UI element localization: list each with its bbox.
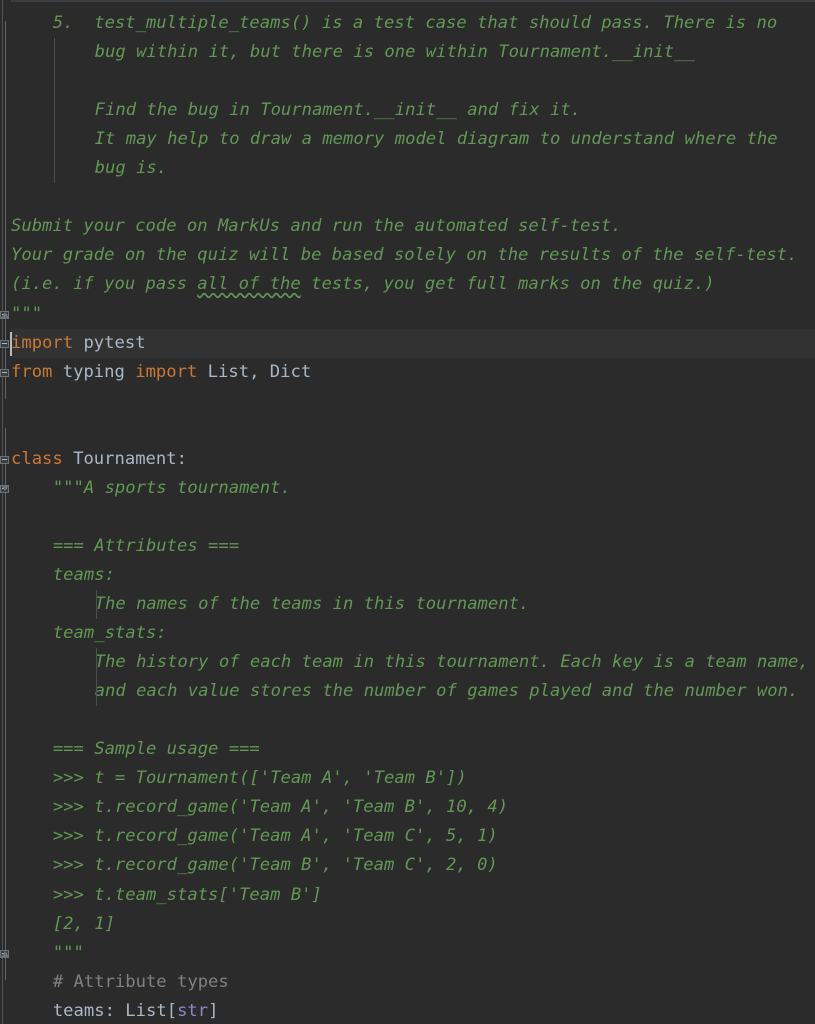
code-line[interactable]: Find the bug in Tournament.__init__ and … (95, 96, 581, 125)
fold-minus-icon (0, 339, 9, 348)
token-keyword: from (11, 361, 53, 382)
code-line[interactable]: Submit your code on MarkUs and run the a… (11, 212, 622, 241)
token-keyword: class (11, 448, 63, 469)
code-line[interactable]: >>> t.record_game('Team A', 'Team C', 5,… (53, 822, 498, 851)
token-docstring: """ (52, 942, 84, 963)
code-line[interactable]: The names of the teams in this tournamen… (95, 590, 530, 619)
token-docstring: bug is. (94, 158, 168, 179)
token-docstring: === Sample usage === (52, 739, 260, 760)
token-docstring: >>> t.record_game('Team A', 'Team C', 5,… (52, 826, 498, 847)
token-punctuation: [ (166, 1000, 178, 1021)
code-line[interactable]: bug is. (95, 154, 167, 183)
fold-endpoint-glyph (0, 311, 9, 319)
code-line[interactable]: """ (53, 939, 84, 968)
code-line[interactable]: >>> t.team_stats['Team B'] (53, 881, 322, 910)
token-identifier: List (207, 361, 250, 382)
indent-guide (95, 590, 97, 620)
code-line[interactable]: Your grade on the quiz will be based sol… (11, 241, 797, 270)
token-docstring: and each value stores the number of game… (94, 681, 799, 702)
code-line[interactable]: teams: List[str] (53, 997, 219, 1024)
token-identifier: pytest (83, 332, 146, 353)
token-docstring: """A sports tournament. (52, 477, 291, 498)
token-docstring: >>> t.record_game('Team A', 'Team B', 10… (52, 797, 509, 818)
token-builtin-type: str (177, 1000, 209, 1021)
code-text-area[interactable]: 5. test_multiple_teams() is a test case … (11, 0, 815, 1024)
token-docstring: === Attributes === (52, 535, 240, 556)
token-docstring: [2, 1] (52, 913, 115, 934)
code-editor[interactable]: 5. test_multiple_teams() is a test case … (0, 0, 815, 1024)
indent-guide (95, 648, 97, 707)
token-docstring: Your grade on the quiz will be based sol… (11, 245, 798, 266)
token-punctuation: , (249, 361, 260, 382)
fold-region-endpoint-icon[interactable] (0, 948, 11, 959)
code-line[interactable]: """ (11, 300, 42, 329)
code-line[interactable]: >>> t.record_game('Team A', 'Team B', 10… (53, 793, 508, 822)
token-docstring: Find the bug in Tournament.__init__ and … (94, 100, 582, 121)
token-punctuation: : (176, 448, 187, 469)
code-line[interactable]: It may help to draw a memory model diagr… (95, 125, 778, 154)
code-line[interactable]: [2, 1] (53, 910, 115, 939)
token-docstring: Submit your code on MarkUs and run the a… (11, 216, 622, 237)
code-line[interactable]: import pytest (11, 329, 146, 358)
token-punctuation: : (104, 1000, 115, 1021)
token-identifier: typing (62, 361, 125, 382)
code-line[interactable]: team_stats: (53, 619, 167, 648)
fold-region-endpoint-icon[interactable] (0, 309, 11, 320)
code-line[interactable]: class Tournament: (11, 445, 187, 474)
token-docstring: >>> t = Tournament(['Team A', 'Team B']) (52, 768, 467, 789)
token-docstring: (i.e. if you pass all of the tests, you … (11, 274, 715, 295)
code-line[interactable]: (i.e. if you pass all of the tests, you … (11, 270, 715, 299)
fold-gutter[interactable] (0, 0, 11, 1024)
code-line[interactable]: === Attributes === (53, 532, 239, 561)
token-keyword: import (11, 332, 74, 353)
token-identifier: List (125, 1000, 167, 1021)
indent-guide (53, 38, 55, 184)
gutter-separator (2, 0, 3, 1024)
token-punctuation: ] (208, 1000, 219, 1021)
token-keyword: import (135, 361, 198, 382)
code-line[interactable]: >>> t = Tournament(['Team A', 'Team B']) (53, 764, 467, 793)
code-line[interactable]: """A sports tournament. (53, 474, 291, 503)
token-identifier: Dict (269, 361, 312, 382)
fold-endpoint-glyph (0, 950, 9, 958)
fold-connector-line (5, 514, 6, 980)
code-line[interactable]: === Sample usage === (53, 735, 260, 764)
token-docstring: """ (11, 303, 43, 324)
code-line[interactable]: and each value stores the number of game… (95, 677, 799, 706)
code-line[interactable]: 5. test_multiple_teams() is a test case … (53, 9, 777, 38)
token-docstring: 5. test_multiple_teams() is a test case … (52, 13, 778, 33)
fold-collapse-import-typing-icon[interactable] (0, 367, 11, 378)
token-docstring: It may help to draw a memory model diagr… (94, 129, 778, 150)
spellcheck-typo: all of the (197, 274, 301, 295)
token-comment: # Attribute types (52, 971, 229, 992)
fold-endpoint-glyph (0, 485, 9, 493)
fold-collapse-class-tournament-icon[interactable] (0, 454, 11, 465)
code-line[interactable]: teams: (53, 561, 115, 590)
token-docstring: >>> t.record_game('Team B', 'Team C', 2,… (52, 855, 498, 876)
fold-connector-line (5, 427, 6, 515)
code-line[interactable]: The history of each team in this tournam… (95, 648, 809, 677)
token-docstring: >>> t.team_stats['Team B'] (52, 884, 322, 905)
code-line[interactable]: >>> t.record_game('Team B', 'Team C', 2,… (53, 851, 498, 880)
token-identifier: teams (52, 1000, 105, 1021)
token-docstring: bug within it, but there is one within T… (94, 42, 695, 63)
token-identifier: Tournament (73, 448, 177, 469)
fold-minus-icon (0, 368, 9, 377)
code-line[interactable]: # Attribute types (53, 968, 229, 997)
code-line[interactable]: from typing import List, Dict (11, 358, 311, 387)
fold-minus-icon (0, 455, 9, 464)
token-docstring: team_stats: (52, 623, 167, 644)
token-docstring: The history of each team in this tournam… (94, 652, 809, 673)
token-docstring: The names of the teams in this tournamen… (94, 594, 530, 614)
code-line[interactable]: bug within it, but there is one within T… (95, 38, 695, 67)
text-caret (10, 331, 12, 356)
fold-region-endpoint-icon[interactable] (0, 483, 11, 494)
token-docstring: teams: (52, 564, 115, 585)
